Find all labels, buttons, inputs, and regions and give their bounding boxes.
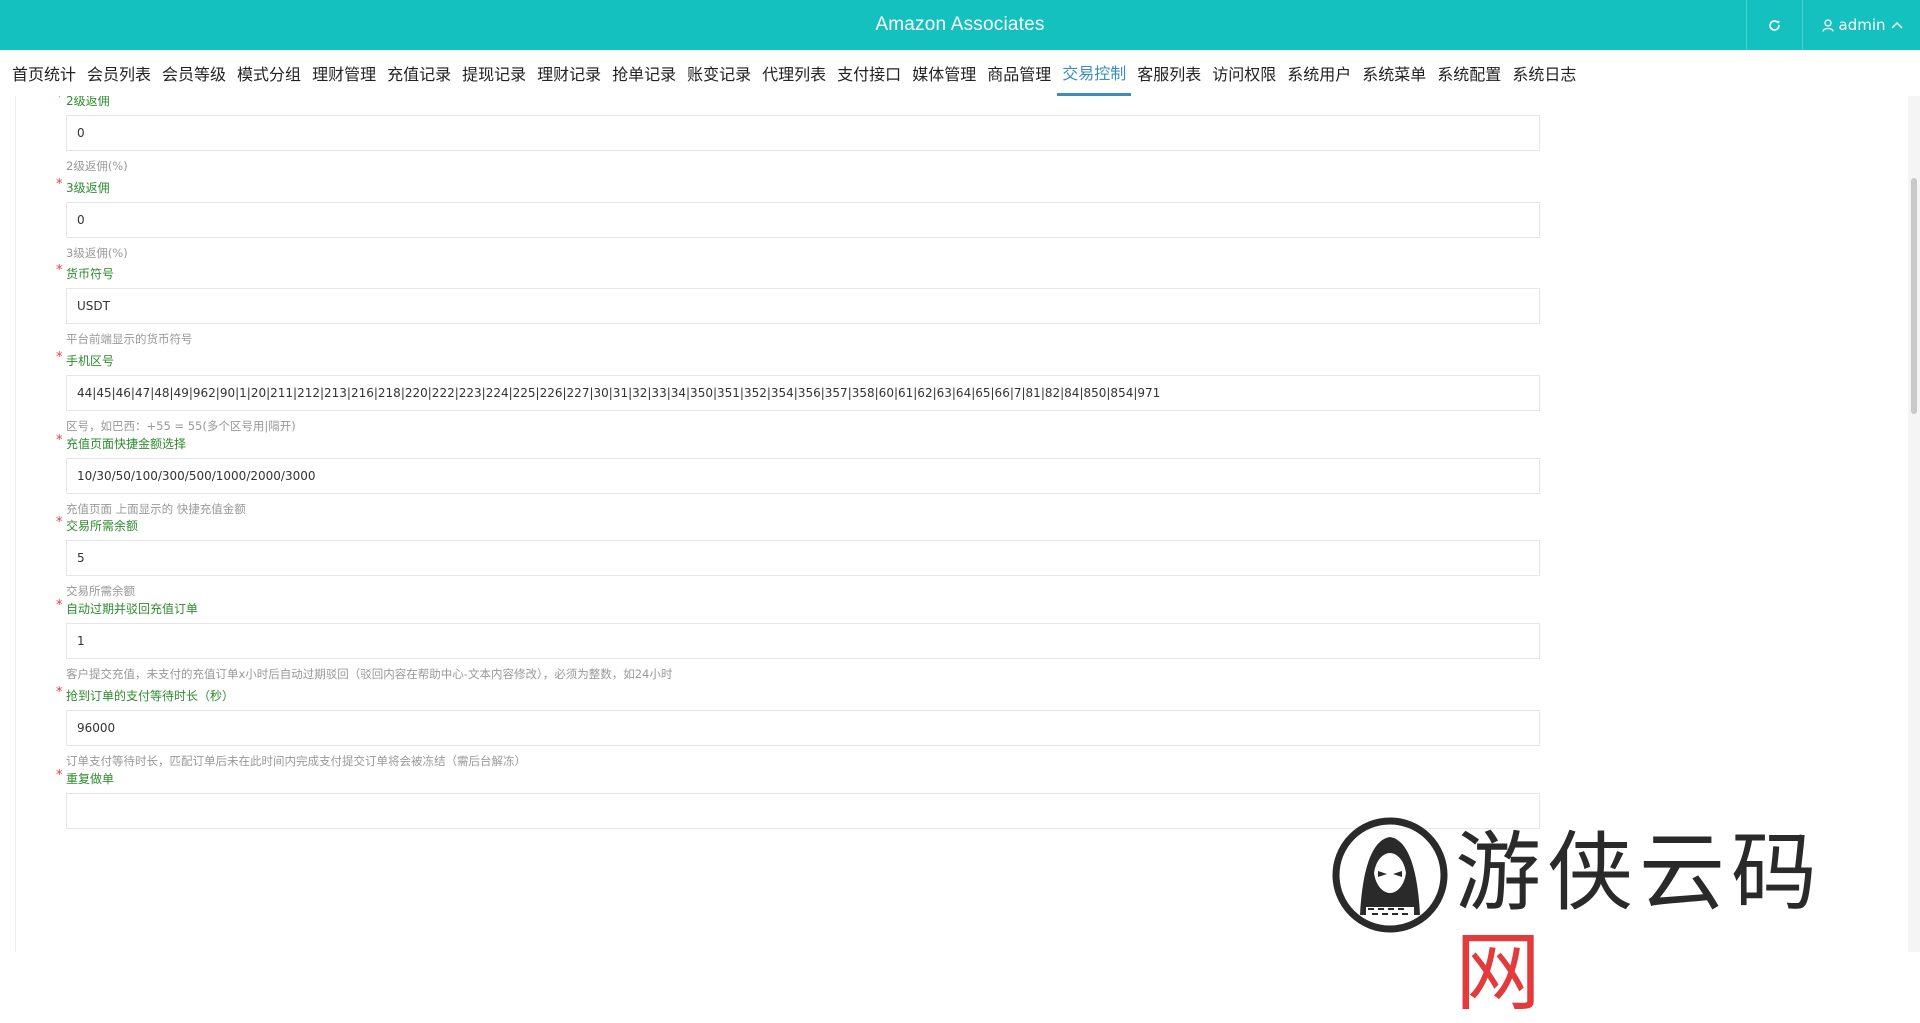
form-field: * 抢到订单的支付等待时长（秒） 96000 订单支付等待时长，匹配订单后未在此时间内…	[56, 685, 1556, 771]
nav-item-14[interactable]: 交易控制	[1057, 50, 1132, 96]
nav-item-0[interactable]: 首页统计	[7, 50, 81, 96]
field-help-text	[66, 834, 1556, 854]
nav-item-20[interactable]: 系统日志	[1507, 50, 1581, 96]
field-label-text: 货币符号	[66, 267, 115, 281]
field-help-text: 区号，如巴西：+55 = 55(多个区号用|隔开)	[66, 419, 296, 433]
field-label-text: 交易所需余额	[66, 519, 139, 533]
field-label: * 充值页面快捷金额选择	[56, 433, 1556, 454]
nav-item-9[interactable]: 账变记录	[682, 50, 756, 96]
field-label-text: 抢到订单的支付等待时长（秒）	[66, 689, 235, 703]
field-label: * 货币符号	[56, 263, 1556, 284]
required-marker: *	[56, 263, 63, 278]
form-field: * 3级返佣 0 3级返佣(%)	[56, 177, 1556, 263]
nav-item-2[interactable]: 会员等级	[157, 50, 231, 96]
field-label: * 交易所需余额	[56, 515, 1556, 536]
required-marker: *	[56, 96, 63, 105]
field-input[interactable]: 10/30/50/100/300/500/1000/2000/3000	[66, 458, 1540, 494]
form-field: * 自动过期并驳回充值订单 1 客户提交充值，未支付的充值订单x小时后自动过期驳回（驳…	[56, 598, 1556, 684]
field-label: * 手机区号	[56, 350, 1556, 371]
user-name: admin	[1838, 16, 1886, 34]
nav-item-1[interactable]: 会员列表	[82, 50, 156, 96]
refresh-button[interactable]	[1746, 0, 1802, 50]
field-label: * 重复做单	[56, 768, 1556, 789]
required-marker: *	[56, 598, 63, 613]
field-input[interactable]: 1	[66, 623, 1540, 659]
settings-form: * 2级返佣 0 2级返佣(%) * 3级返佣 0 3级返佣(%) * 货币符号 USDT 平台前端显…	[15, 96, 1909, 952]
nav-item-17[interactable]: 系统用户	[1282, 50, 1356, 96]
nav-item-11[interactable]: 支付接口	[832, 50, 906, 96]
user-menu[interactable]: admin	[1802, 0, 1920, 50]
user-icon	[1821, 18, 1834, 32]
form-field: * 充值页面快捷金额选择 10/30/50/100/300/500/1000/200…	[56, 433, 1556, 519]
field-label-text: 2级返佣	[66, 96, 110, 108]
form-field: * 2级返佣 0 2级返佣(%)	[56, 96, 1556, 176]
nav-item-18[interactable]: 系统菜单	[1357, 50, 1431, 96]
main-nav: 首页统计 会员列表 会员等级 模式分组 理财管理 充值记录 提现记录 理财记录 抢单记录 账变记录…	[0, 50, 1920, 96]
field-label: * 自动过期并驳回充值订单	[56, 598, 1556, 619]
nav-item-10[interactable]: 代理列表	[757, 50, 831, 96]
form-field: * 货币符号 USDT 平台前端显示的货币符号	[56, 263, 1556, 349]
nav-item-4[interactable]: 理财管理	[307, 50, 381, 96]
field-input[interactable]: 0	[66, 115, 1540, 151]
field-input[interactable]: USDT	[66, 288, 1540, 324]
nav-item-19[interactable]: 系统配置	[1432, 50, 1506, 96]
field-input[interactable]	[66, 793, 1540, 829]
required-marker: *	[56, 685, 63, 700]
nav-item-6[interactable]: 提现记录	[457, 50, 531, 96]
field-help-text: 2级返佣(%)	[66, 159, 128, 173]
field-label: * 抢到订单的支付等待时长（秒）	[56, 685, 1556, 706]
top-header: Amazon Associates admin	[0, 0, 1920, 50]
required-marker: *	[56, 515, 63, 530]
field-label-text: 3级返佣	[66, 181, 110, 195]
field-label: * 2级返佣	[56, 96, 1556, 111]
nav-item-8[interactable]: 抢单记录	[607, 50, 681, 96]
field-input[interactable]: 44|45|46|47|48|49|962|90|1|20|211|212|21…	[66, 375, 1540, 411]
nav-item-7[interactable]: 理财记录	[532, 50, 606, 96]
nav-item-12[interactable]: 媒体管理	[907, 50, 981, 96]
field-input[interactable]: 5	[66, 540, 1540, 576]
field-input[interactable]: 96000	[66, 710, 1540, 746]
refresh-icon	[1769, 19, 1780, 31]
field-label-text: 手机区号	[66, 354, 115, 368]
field-input[interactable]: 0	[66, 202, 1540, 238]
field-label: * 3级返佣	[56, 177, 1556, 198]
scrollbar-thumb[interactable]	[1911, 178, 1917, 414]
nav-item-5[interactable]: 充值记录	[382, 50, 456, 96]
nav-item-3[interactable]: 模式分组	[232, 50, 306, 96]
nav-item-16[interactable]: 访问权限	[1207, 50, 1281, 96]
field-label-text: 重复做单	[66, 772, 115, 786]
form-field: * 交易所需余额 5 交易所需余额	[56, 515, 1556, 601]
field-label-text: 自动过期并驳回充值订单	[66, 602, 199, 616]
field-label-text: 充值页面快捷金额选择	[66, 437, 187, 451]
required-marker: *	[56, 350, 63, 365]
chevron-up-icon	[1890, 21, 1903, 29]
nav-item-15[interactable]: 客服列表	[1132, 50, 1206, 96]
field-help-text: 3级返佣(%)	[66, 246, 128, 260]
nav-item-13[interactable]: 商品管理	[982, 50, 1056, 96]
form-field: * 重复做单	[56, 768, 1556, 854]
field-help-text: 订单支付等待时长，匹配订单后未在此时间内完成支付提交订单将会被冻结（需后台解冻）	[66, 754, 526, 768]
scrollbar[interactable]	[1908, 96, 1920, 952]
required-marker: *	[56, 768, 63, 783]
field-help-text: 交易所需余额	[66, 584, 135, 598]
app-title: Amazon Associates	[875, 14, 1045, 35]
form-field: * 手机区号 44|45|46|47|48|49|962|90|1|20|211|2…	[56, 350, 1556, 436]
field-help-text: 客户提交充值，未支付的充值订单x小时后自动过期驳回（驳回内容在帮助中心-文本内容…	[66, 667, 673, 681]
required-marker: *	[56, 433, 63, 448]
required-marker: *	[56, 177, 63, 192]
field-help-text: 平台前端显示的货币符号	[66, 332, 193, 346]
